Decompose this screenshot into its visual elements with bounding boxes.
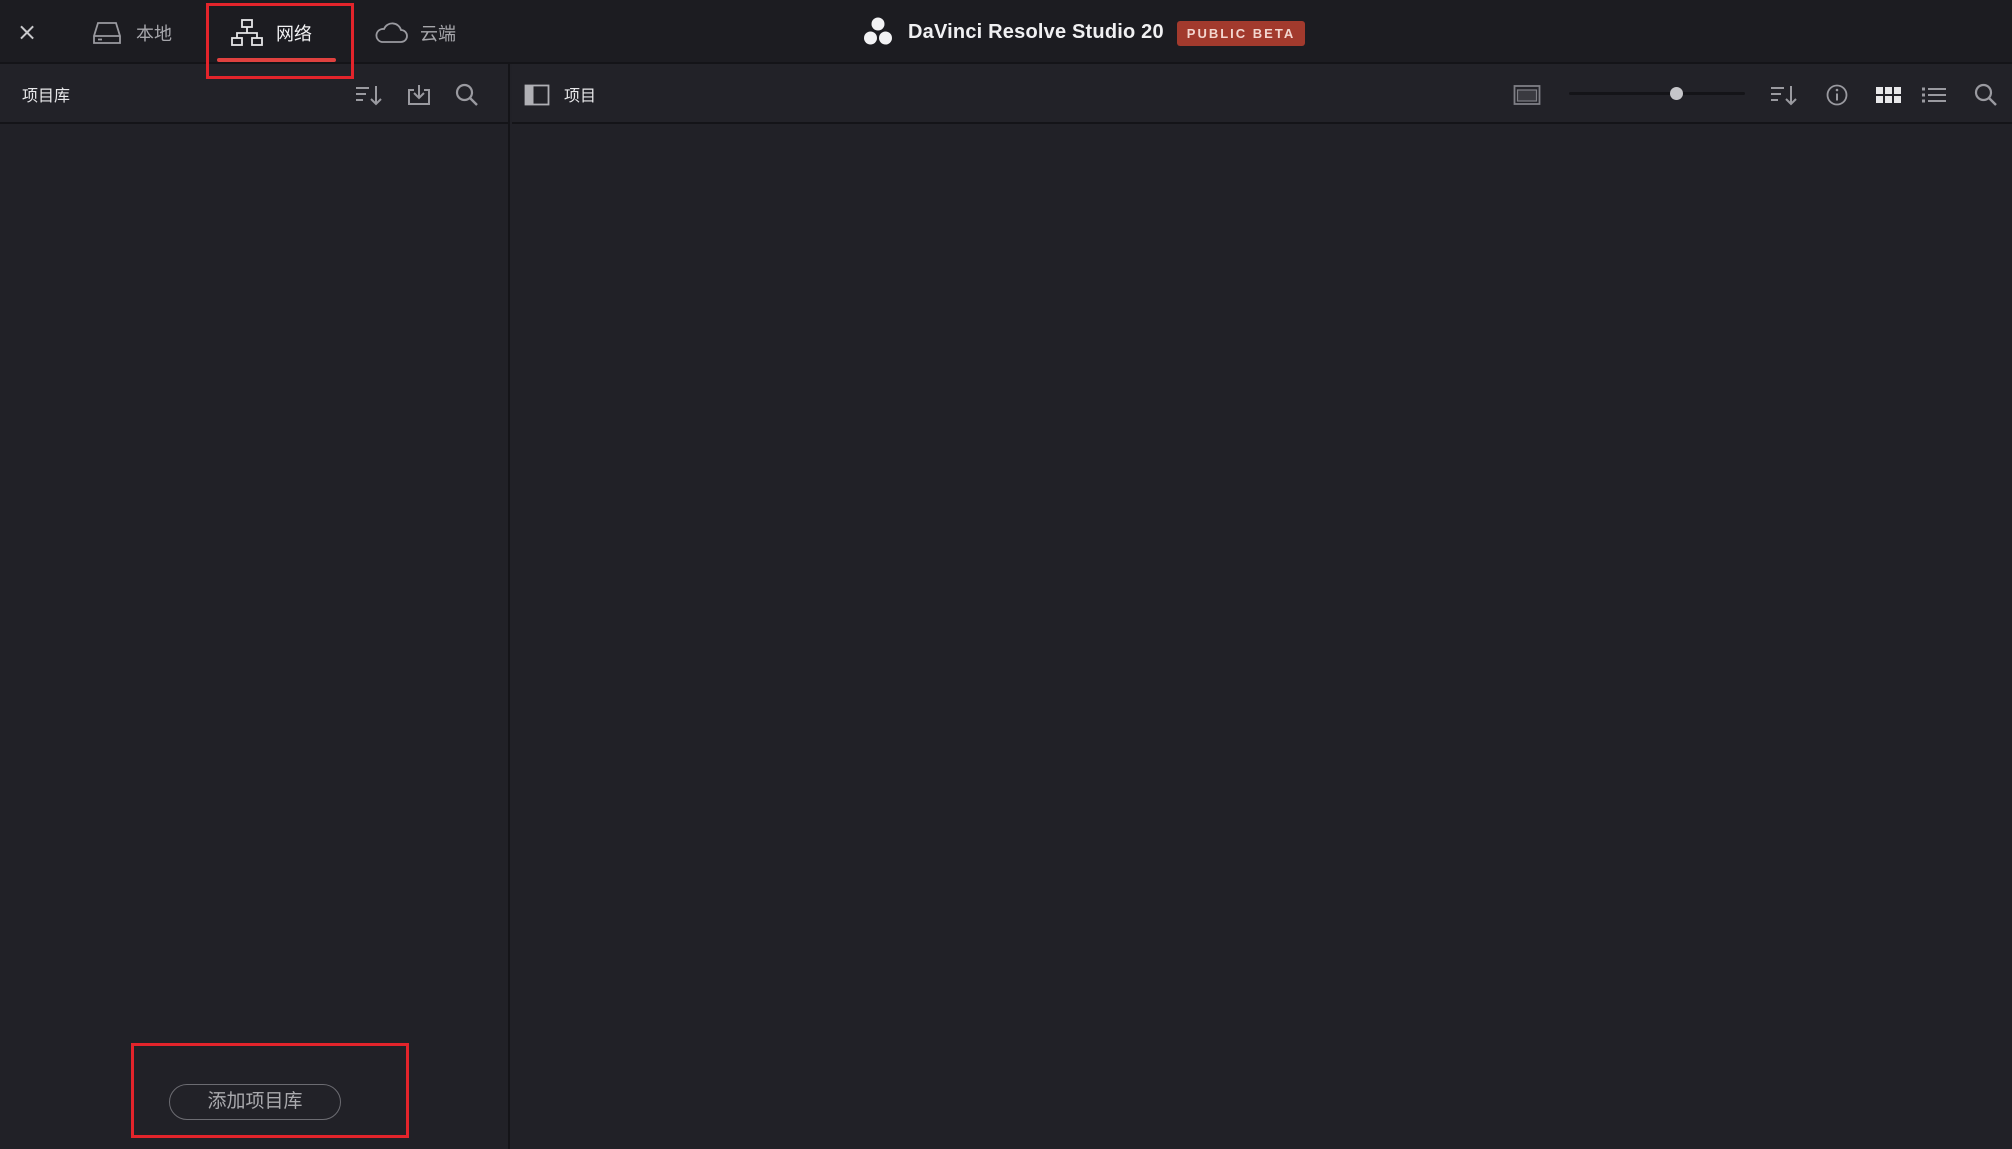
info-icon[interactable]	[1822, 80, 1852, 110]
tab-network[interactable]: 网络	[230, 8, 312, 58]
app-branding: DaVinci Resolve Studio 20	[862, 14, 1164, 50]
tab-cloud[interactable]: 云端	[374, 8, 456, 58]
app-title: DaVinci Resolve Studio 20	[908, 20, 1164, 43]
project-libraries-panel: 项目库 添加项目库	[0, 64, 510, 1149]
sort-icon[interactable]	[1769, 80, 1799, 110]
tab-local[interactable]: 本地	[90, 8, 172, 58]
close-button[interactable]: ×	[14, 17, 40, 47]
network-icon	[230, 18, 264, 48]
projects-header: 项目	[512, 64, 2012, 124]
list-view-icon[interactable]	[1919, 80, 1949, 110]
projects-title: 项目	[564, 86, 597, 105]
search-icon[interactable]	[452, 80, 482, 110]
search-icon[interactable]	[1971, 80, 2001, 110]
sidebar-toggle-icon[interactable]	[522, 80, 552, 110]
projects-panel: 项目	[512, 64, 2012, 1149]
active-tab-indicator	[217, 58, 336, 62]
hard-drive-icon	[90, 18, 124, 48]
project-manager-window: × 本地 网络 云端 DaVinci Resolve Studio 20 PUB…	[0, 0, 2012, 1149]
tab-cloud-label: 云端	[420, 24, 456, 45]
project-libraries-title: 项目库	[22, 86, 71, 105]
add-project-library-button[interactable]: 添加项目库	[169, 1084, 341, 1120]
project-libraries-header: 项目库	[0, 64, 508, 124]
davinci-logo-icon	[862, 16, 894, 48]
top-bar: × 本地 网络 云端 DaVinci Resolve Studio 20 PUB…	[0, 0, 2012, 64]
tab-network-label: 网络	[276, 24, 312, 45]
thumbnail-icon[interactable]	[1512, 80, 1542, 110]
thumbnail-size-slider[interactable]	[1569, 87, 1745, 100]
grid-view-icon[interactable]	[1873, 80, 1903, 110]
slider-thumb[interactable]	[1670, 87, 1684, 100]
tab-local-label: 本地	[136, 24, 172, 45]
cloud-icon	[374, 18, 408, 48]
public-beta-badge: PUBLIC BETA	[1177, 21, 1305, 46]
sort-icon[interactable]	[354, 80, 384, 110]
import-icon[interactable]	[404, 80, 434, 110]
